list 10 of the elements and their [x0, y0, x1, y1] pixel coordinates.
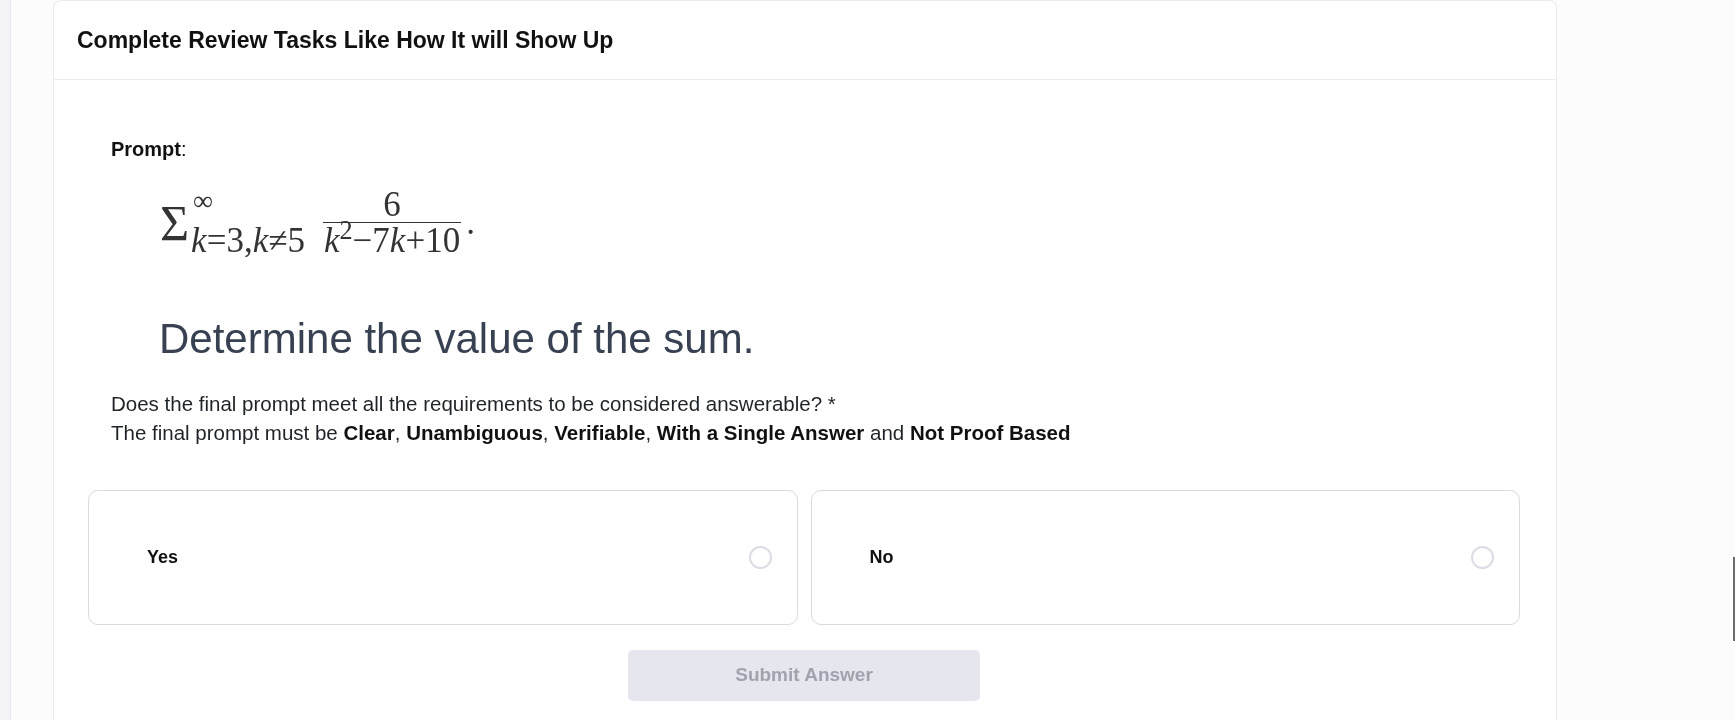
answer-option[interactable]: Yes	[88, 490, 798, 625]
prompt-label: Prompt:	[111, 137, 187, 161]
scrollbar-thumb[interactable]	[1733, 557, 1735, 641]
question-text: Does the final prompt meet all the requirements to be considered answerable? *	[111, 391, 836, 417]
radio-button[interactable]	[748, 546, 772, 569]
answer-option[interactable]: No	[810, 490, 1520, 625]
radio-button[interactable]	[1471, 546, 1494, 569]
requirements-text: The final prompt must be Clear, Unambiguous, Verifiable, With a Single Answer and Not Proof Based	[111, 420, 1071, 446]
card-title: Complete Review Tasks Like How It will Show Up	[77, 25, 614, 55]
prompt-text: Determine the value of the sum.	[159, 314, 755, 364]
